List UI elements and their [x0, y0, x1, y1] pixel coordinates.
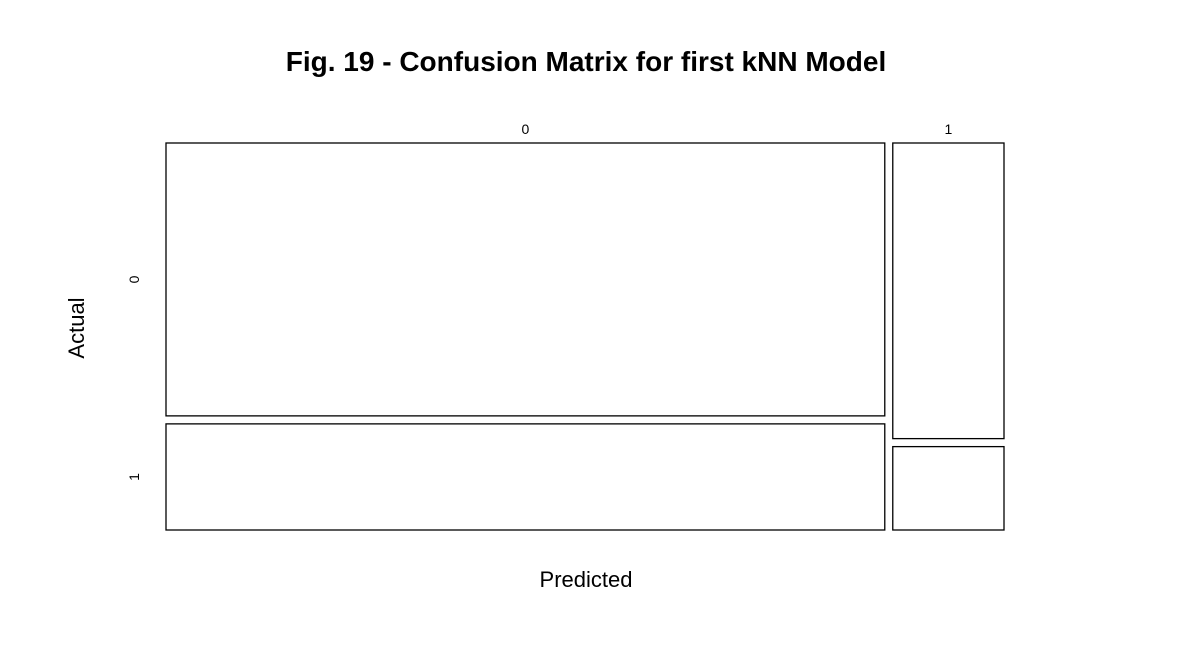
- cell-pred-1-actual-0: [892, 142, 1005, 440]
- x-tick-label-0: 0: [521, 121, 529, 137]
- cell-pred-1-actual-1: [892, 445, 1005, 531]
- y-tick-label-1: 1: [126, 473, 142, 481]
- chart-container: Fig. 19 - Confusion Matrix for first kNN…: [0, 0, 1184, 654]
- x-axis-title: Predicted: [540, 567, 633, 592]
- cell-pred-0-actual-0: [165, 142, 886, 417]
- x-tick-label-1: 1: [944, 121, 952, 137]
- cell-pred-0-actual-1: [165, 423, 886, 531]
- y-axis-title: Actual: [64, 297, 89, 358]
- chart-title: Fig. 19 - Confusion Matrix for first kNN…: [286, 46, 886, 77]
- confusion-matrix-mosaic: Fig. 19 - Confusion Matrix for first kNN…: [64, 46, 1005, 592]
- mosaic-cells: [165, 142, 1005, 531]
- y-tick-label-0: 0: [126, 275, 142, 283]
